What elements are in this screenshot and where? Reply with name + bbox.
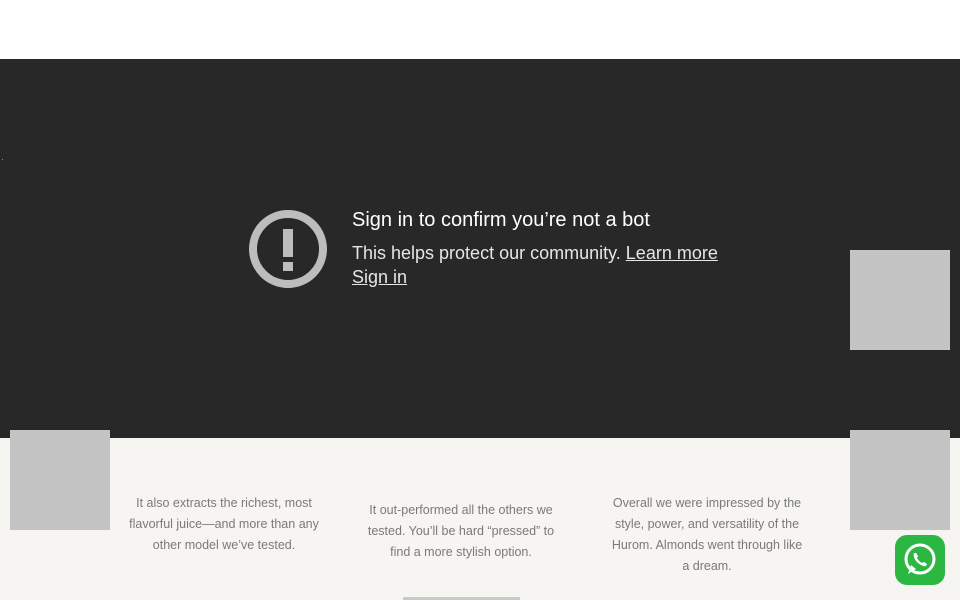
testimonial-1: It also extracts the richest, most flavo…	[129, 496, 319, 552]
top-header-area	[0, 0, 960, 59]
embedded-video[interactable]: Sign in to confirm you’re not a bot This…	[0, 59, 960, 438]
video-dot	[2, 159, 3, 160]
whatsapp-button[interactable]	[895, 535, 945, 585]
image-placeholder-left	[10, 430, 110, 530]
image-placeholder-right-top	[850, 250, 950, 350]
sign-in-link[interactable]: Sign in	[352, 267, 407, 287]
sign-in-line: Sign in	[352, 265, 772, 289]
testimonial-2: It out-performed all the others we teste…	[367, 503, 555, 559]
testimonial-3: Overall we were impressed by the style, …	[611, 496, 803, 573]
bot-check-message: Sign in to confirm you’re not a bot This…	[352, 207, 772, 289]
bot-check-body-text: This helps protect our community.	[352, 243, 621, 263]
exclamation-circle-icon	[248, 209, 328, 289]
bot-check-title: Sign in to confirm you’re not a bot	[352, 209, 650, 231]
whatsapp-icon	[904, 543, 936, 575]
image-placeholder-right-bottom	[850, 430, 950, 530]
learn-more-link[interactable]: Learn more	[626, 243, 718, 263]
bot-check-body: This helps protect our community. Learn …	[352, 241, 772, 265]
